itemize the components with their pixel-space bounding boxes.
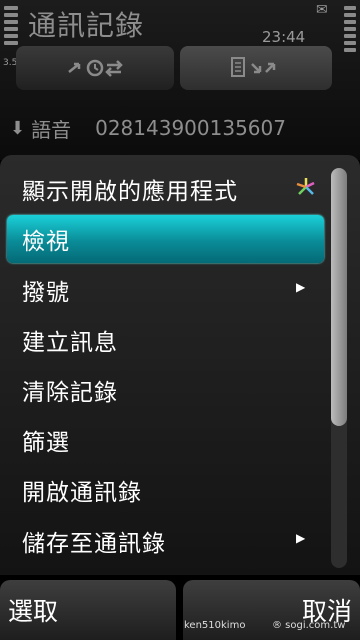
watermark-site: ® sogi.com.tw <box>272 620 346 631</box>
menu-item-open-contacts[interactable]: 開啟通訊錄 <box>0 464 336 514</box>
menu-item-label: 清除記錄 <box>22 380 118 406</box>
softkey-bar: 選取 取消 <box>0 580 360 640</box>
call-type: 語音 <box>31 117 72 142</box>
menu-item-view[interactable]: 檢視 <box>0 213 336 263</box>
menu-item-label: 撥號 <box>22 280 70 306</box>
menu-item-label: 檢視 <box>22 229 70 255</box>
menu-item-label: 開啟通訊錄 <box>22 480 142 506</box>
call-log-tabs <box>16 46 332 92</box>
submenu-arrow-icon: ▶ <box>296 280 306 294</box>
submenu-arrow-icon: ▶ <box>296 531 306 545</box>
incoming-arrow-icon: ⬇ <box>10 117 26 139</box>
call-log-background: 3.5G 通訊記錄 ✉ 23:44 ⬇ 語音 028143900135607 <box>0 0 360 160</box>
menu-item-label: 儲存至通訊錄 <box>22 531 166 557</box>
menu-item-label: 顯示開啟的應用程式 <box>22 179 238 205</box>
watermark-user: ken510kimo <box>184 620 246 631</box>
menu-item-label: 篩選 <box>22 430 70 456</box>
options-menu: 顯示開啟的應用程式 檢視 撥號 ▶ 建立訊息 清除記錄 篩選 開啟通訊錄 儲存至… <box>0 155 360 575</box>
menu-scrollbar-thumb[interactable] <box>331 168 347 426</box>
received-calls-icon <box>231 57 276 77</box>
menu-item-create-message[interactable]: 建立訊息 <box>0 314 336 364</box>
menu-item-show-open-apps[interactable]: 顯示開啟的應用程式 <box>0 163 336 213</box>
menu-item-save-to-contacts[interactable]: 儲存至通訊錄 ▶ <box>0 515 336 565</box>
battery-icon <box>344 6 356 66</box>
envelope-notification-icon: ✉ <box>316 2 328 18</box>
menu-item-label: 建立訊息 <box>22 330 118 356</box>
menu-item-filter[interactable]: 篩選 <box>0 414 336 464</box>
tab-all-calls[interactable] <box>16 46 174 90</box>
app-title: 通訊記錄 <box>28 9 145 42</box>
open-apps-icon <box>296 178 315 195</box>
select-softkey[interactable]: 選取 <box>0 580 176 640</box>
menu-item-clear-log[interactable]: 清除記錄 <box>0 364 336 414</box>
clock: 23:44 <box>262 28 306 46</box>
tab-received-calls[interactable] <box>180 46 332 90</box>
cancel-softkey[interactable]: 取消 <box>183 580 360 640</box>
call-log-entry: ⬇ 語音 028143900135607 <box>10 110 350 146</box>
all-calls-icon <box>68 59 123 77</box>
menu-item-dial[interactable]: 撥號 ▶ <box>0 264 336 314</box>
phone-number: 028143900135607 <box>95 116 286 140</box>
